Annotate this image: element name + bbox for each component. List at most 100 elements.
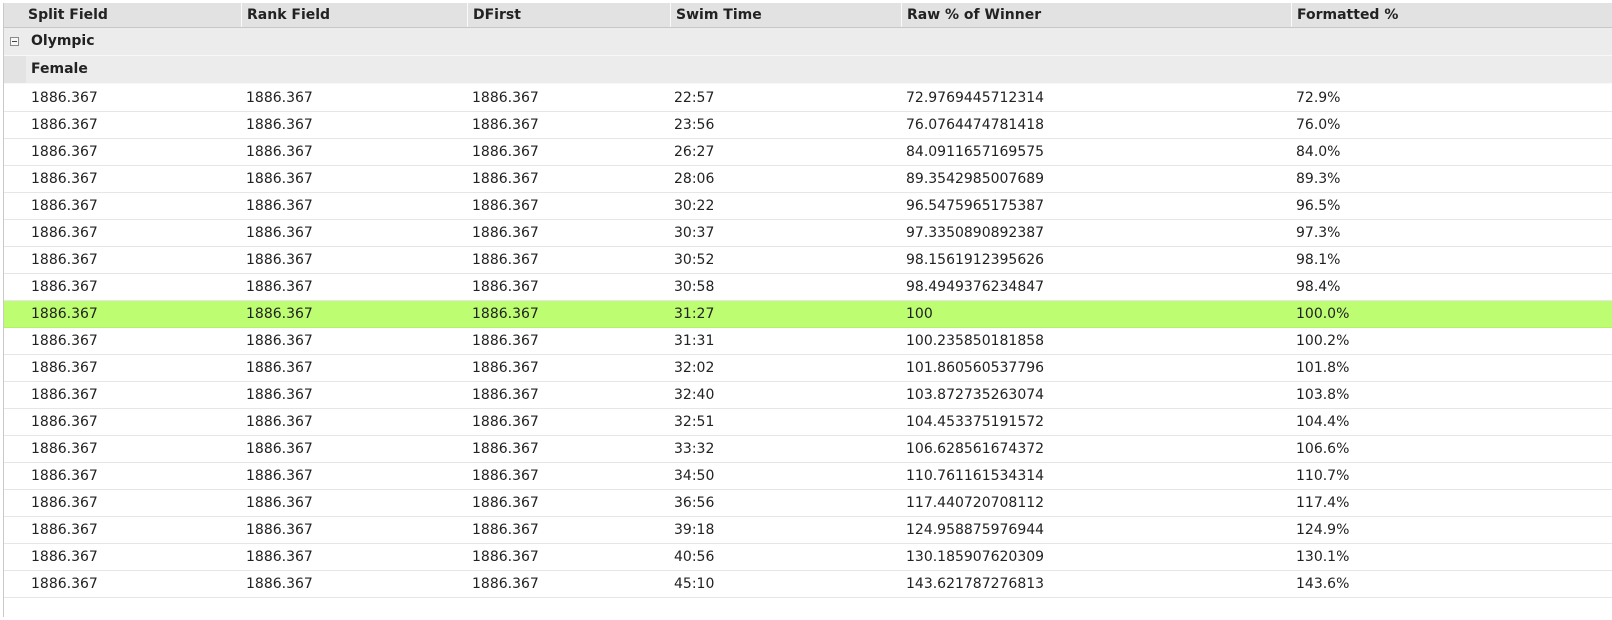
formatted-percent-cell: 104.4%	[1296, 414, 1350, 430]
dfirst-cell: 1886.367	[472, 387, 539, 403]
group-indent	[4, 56, 26, 83]
dfirst-cell: 1886.367	[472, 117, 539, 133]
formatted-percent-cell: 124.9%	[1296, 522, 1350, 538]
split-field-cell: 1886.367	[31, 414, 98, 430]
swim-time-cell: 30:58	[674, 279, 715, 295]
table-row[interactable]: 1886.367 1886.367 1886.367 40:56 130.1859076…	[4, 544, 1612, 571]
column-header-rank-field[interactable]: Rank Field	[241, 3, 467, 27]
rank-field-cell: 1886.367	[246, 252, 313, 268]
swim-time-cell: 32:02	[674, 360, 715, 376]
column-header-formatted-percent[interactable]: Formatted %	[1291, 3, 1612, 27]
dfirst-cell: 1886.367	[472, 333, 539, 349]
dfirst-cell: 1886.367	[472, 252, 539, 268]
dfirst-cell: 1886.367	[472, 495, 539, 511]
formatted-percent-cell: 103.8%	[1296, 387, 1350, 403]
table-row-selected[interactable]: 1886.367 1886.367 1886.367 31:27 100 100.0%	[4, 301, 1612, 328]
dfirst-cell: 1886.367	[472, 90, 539, 106]
swim-time-cell: 23:56	[674, 117, 715, 133]
table-row[interactable]: 1886.367 1886.367 1886.367 36:56 117.4407207…	[4, 490, 1612, 517]
dfirst-cell: 1886.367	[472, 414, 539, 430]
table-row[interactable]: 1886.367 1886.367 1886.367 33:32 106.6285616…	[4, 436, 1612, 463]
column-header-split-field[interactable]: Split Field	[23, 3, 241, 27]
rank-field-cell: 1886.367	[246, 576, 313, 592]
rank-field-cell: 1886.367	[246, 495, 313, 511]
swim-time-cell: 31:27	[674, 306, 715, 322]
raw-percent-cell: 98.1561912395626	[906, 252, 1045, 268]
group-label-olympic: Olympic	[31, 33, 95, 49]
swim-time-cell: 34:50	[674, 468, 715, 484]
formatted-percent-cell: 117.4%	[1296, 495, 1350, 511]
formatted-percent-cell: 143.6%	[1296, 576, 1350, 592]
table-row[interactable]: 1886.367 1886.367 1886.367 30:22 96.54759651…	[4, 193, 1612, 220]
raw-percent-cell: 103.872735263074	[906, 387, 1045, 403]
column-header-swim-time[interactable]: Swim Time	[670, 3, 901, 27]
raw-percent-cell: 100	[906, 306, 933, 322]
swim-time-cell: 40:56	[674, 549, 715, 565]
table-row[interactable]: 1886.367 1886.367 1886.367 23:56 76.07644747…	[4, 112, 1612, 139]
column-header-raw-percent-of-winner[interactable]: Raw % of Winner	[901, 3, 1291, 27]
split-field-cell: 1886.367	[31, 198, 98, 214]
split-field-cell: 1886.367	[31, 522, 98, 538]
raw-percent-cell: 89.3542985007689	[906, 171, 1045, 187]
table-row[interactable]: 1886.367 1886.367 1886.367 39:18 124.9588759…	[4, 517, 1612, 544]
table-row[interactable]: 1886.367 1886.367 1886.367 30:37 97.33508908…	[4, 220, 1612, 247]
rank-field-cell: 1886.367	[246, 90, 313, 106]
rank-field-cell: 1886.367	[246, 522, 313, 538]
dfirst-cell: 1886.367	[472, 171, 539, 187]
split-field-cell: 1886.367	[31, 306, 98, 322]
formatted-percent-cell: 101.8%	[1296, 360, 1350, 376]
table-row[interactable]: 1886.367 1886.367 1886.367 22:57 72.97694457…	[4, 85, 1612, 112]
formatted-percent-cell: 89.3%	[1296, 171, 1341, 187]
split-field-cell: 1886.367	[31, 576, 98, 592]
collapse-icon[interactable]	[10, 37, 19, 46]
group-row-olympic[interactable]: Olympic	[4, 28, 1612, 56]
dfirst-cell: 1886.367	[472, 549, 539, 565]
dfirst-cell: 1886.367	[472, 441, 539, 457]
formatted-percent-cell: 110.7%	[1296, 468, 1350, 484]
table-row[interactable]: 1886.367 1886.367 1886.367 45:10 143.6217872…	[4, 571, 1612, 598]
swim-time-cell: 30:22	[674, 198, 715, 214]
raw-percent-cell: 101.860560537796	[906, 360, 1045, 376]
formatted-percent-cell: 130.1%	[1296, 549, 1350, 565]
rank-field-cell: 1886.367	[246, 306, 313, 322]
table-row[interactable]: 1886.367 1886.367 1886.367 30:52 98.15619123…	[4, 247, 1612, 274]
table-row[interactable]: 1886.367 1886.367 1886.367 30:58 98.49493762…	[4, 274, 1612, 301]
split-field-cell: 1886.367	[31, 117, 98, 133]
swim-time-cell: 32:40	[674, 387, 715, 403]
table-row[interactable]: 1886.367 1886.367 1886.367 31:31 100.2358501…	[4, 328, 1612, 355]
raw-percent-cell: 143.621787276813	[906, 576, 1045, 592]
swim-time-cell: 30:37	[674, 225, 715, 241]
split-field-cell: 1886.367	[31, 468, 98, 484]
data-grid: Split Field Rank Field DFirst Swim Time …	[3, 3, 1612, 617]
rank-field-cell: 1886.367	[246, 333, 313, 349]
formatted-percent-cell: 106.6%	[1296, 441, 1350, 457]
formatted-percent-cell: 98.1%	[1296, 252, 1341, 268]
dfirst-cell: 1886.367	[472, 198, 539, 214]
split-field-cell: 1886.367	[31, 225, 98, 241]
column-header-dfirst[interactable]: DFirst	[467, 3, 670, 27]
table-row[interactable]: 1886.367 1886.367 1886.367 32:51 104.4533751…	[4, 409, 1612, 436]
dfirst-cell: 1886.367	[472, 279, 539, 295]
group-row-female[interactable]: Female	[4, 56, 1612, 84]
split-field-cell: 1886.367	[31, 171, 98, 187]
rank-field-cell: 1886.367	[246, 414, 313, 430]
table-row[interactable]: 1886.367 1886.367 1886.367 34:50 110.7611615…	[4, 463, 1612, 490]
rank-field-cell: 1886.367	[246, 549, 313, 565]
swim-time-cell: 30:52	[674, 252, 715, 268]
rank-field-cell: 1886.367	[246, 387, 313, 403]
swim-time-cell: 33:32	[674, 441, 715, 457]
table-row[interactable]: 1886.367 1886.367 1886.367 26:27 84.09116571…	[4, 139, 1612, 166]
swim-time-cell: 32:51	[674, 414, 715, 430]
split-field-cell: 1886.367	[31, 144, 98, 160]
dfirst-cell: 1886.367	[472, 144, 539, 160]
table-row[interactable]: 1886.367 1886.367 1886.367 28:06 89.35429850…	[4, 166, 1612, 193]
formatted-percent-cell: 96.5%	[1296, 198, 1341, 214]
table-row[interactable]: 1886.367 1886.367 1886.367 32:02 101.8605605…	[4, 355, 1612, 382]
raw-percent-cell: 97.3350890892387	[906, 225, 1045, 241]
rank-field-cell: 1886.367	[246, 144, 313, 160]
dfirst-cell: 1886.367	[472, 468, 539, 484]
formatted-percent-cell: 98.4%	[1296, 279, 1341, 295]
table-row[interactable]: 1886.367 1886.367 1886.367 32:40 103.8727352…	[4, 382, 1612, 409]
rank-field-cell: 1886.367	[246, 441, 313, 457]
raw-percent-cell: 117.440720708112	[906, 495, 1045, 511]
